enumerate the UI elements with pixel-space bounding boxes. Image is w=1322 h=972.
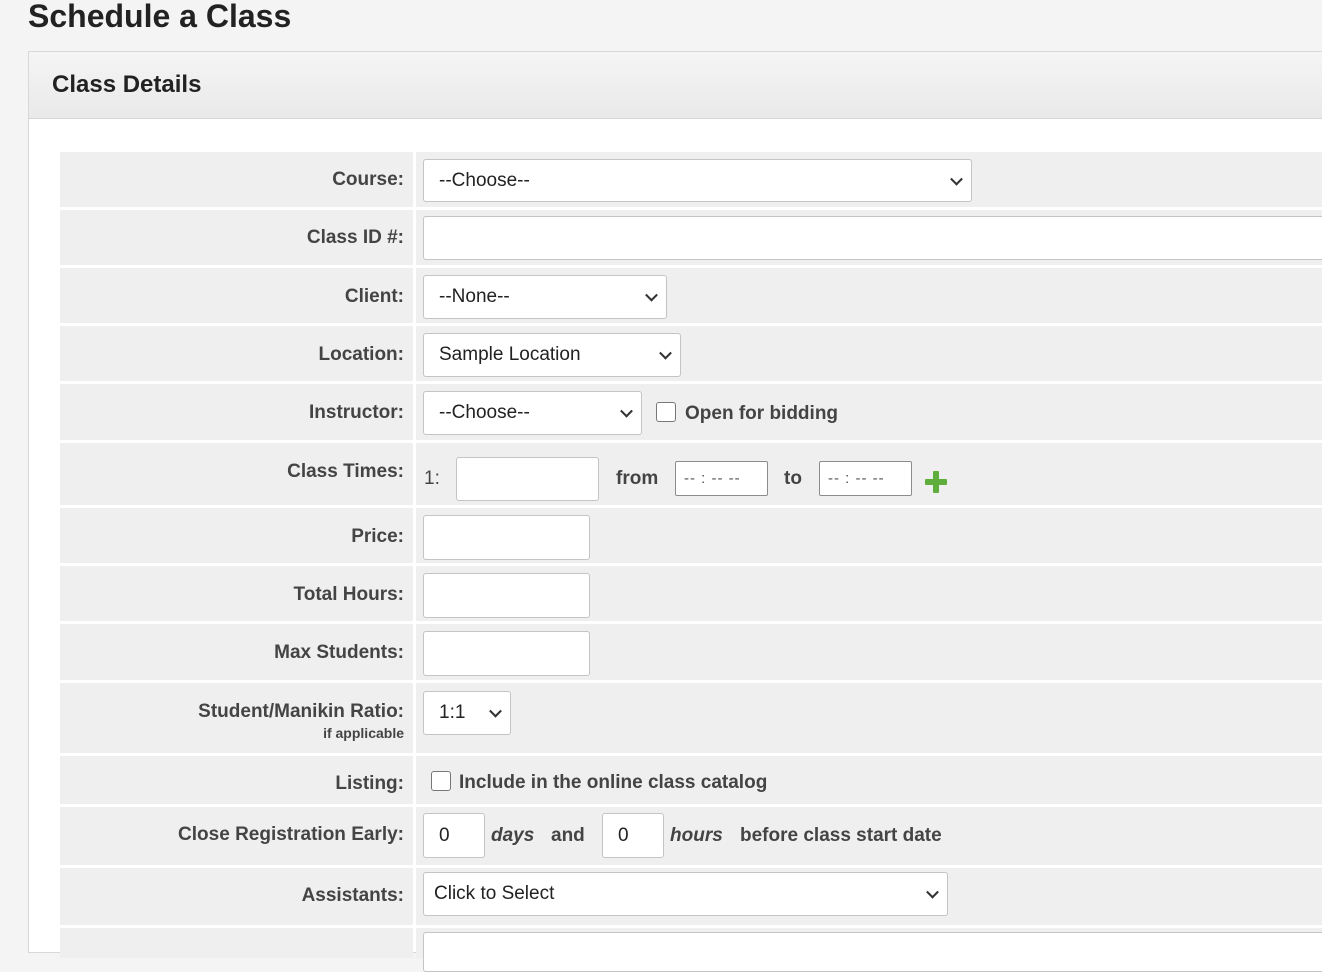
class-date-input[interactable]: [456, 457, 599, 501]
location-row: Location: Sample Location: [60, 326, 1322, 381]
location-label: Location:: [60, 326, 413, 381]
close-registration-label: Close Registration Early:: [60, 807, 413, 865]
close-hours-input[interactable]: 0: [602, 813, 664, 858]
to-label: to: [784, 468, 802, 489]
client-row: Client: --None--: [60, 268, 1322, 323]
listing-label: Listing:: [60, 756, 413, 804]
total-hours-label: Total Hours:: [60, 566, 413, 621]
ratio-row: Student/Manikin Ratio: if applicable 1:1: [60, 683, 1322, 753]
panel-title: Class Details: [29, 52, 1322, 119]
price-input[interactable]: [423, 515, 590, 560]
class-time-index: 1:: [424, 468, 440, 489]
listing-row: Listing: Include in the online class cat…: [60, 756, 1322, 804]
class-id-input[interactable]: [423, 216, 1322, 260]
class-times-row: Class Times: 1: from -- : -- -- to -- : …: [60, 443, 1322, 505]
chevron-down-icon: [645, 288, 658, 302]
ratio-select[interactable]: 1:1: [423, 691, 511, 735]
days-label: days: [491, 825, 535, 846]
course-row: Course: --Choose--: [60, 152, 1322, 207]
price-row: Price:: [60, 508, 1322, 563]
hours-label: hours: [670, 825, 723, 846]
instructor-row: Instructor: --Choose-- Open for bidding: [60, 384, 1322, 440]
client-label: Client:: [60, 268, 413, 323]
plus-icon[interactable]: [925, 471, 947, 493]
client-select[interactable]: --None--: [423, 275, 667, 319]
chevron-down-icon: [659, 346, 672, 360]
catalog-listing-label: Include in the online class catalog: [459, 772, 768, 793]
page-title: Schedule a Class: [28, 0, 292, 34]
close-registration-row: Close Registration Early: 0 days and 0 h…: [60, 807, 1322, 865]
class-id-row: Class ID #:: [60, 210, 1322, 265]
class-times-label: Class Times:: [60, 443, 413, 505]
max-students-row: Max Students:: [60, 624, 1322, 680]
from-label: from: [616, 468, 659, 489]
chevron-down-icon: [950, 172, 963, 186]
next-row: [60, 928, 1322, 972]
start-time-input[interactable]: -- : -- --: [675, 461, 768, 496]
chevron-down-icon: [926, 885, 939, 899]
course-label: Course:: [60, 152, 413, 207]
instructor-select[interactable]: --Choose--: [423, 391, 642, 435]
ratio-label: Student/Manikin Ratio:: [198, 701, 404, 722]
assistants-row: Assistants: Click to Select: [60, 868, 1322, 925]
class-id-label: Class ID #:: [60, 210, 413, 265]
next-field-input[interactable]: [423, 932, 1322, 972]
price-label: Price:: [60, 508, 413, 563]
assistants-select[interactable]: Click to Select: [423, 872, 948, 916]
close-registration-suffix: before class start date: [740, 825, 942, 846]
chevron-down-icon: [489, 704, 502, 718]
instructor-label: Instructor:: [60, 384, 413, 440]
open-for-bidding-label: Open for bidding: [685, 403, 839, 424]
ratio-sublabel: if applicable: [323, 725, 404, 741]
class-details-panel: Class Details Course: --Choose-- Class I…: [28, 51, 1322, 972]
max-students-input[interactable]: [423, 631, 590, 676]
close-days-input[interactable]: 0: [423, 813, 485, 858]
max-students-label: Max Students:: [60, 624, 413, 680]
total-hours-input[interactable]: [423, 573, 590, 618]
chevron-down-icon: [620, 404, 633, 418]
and-label: and: [551, 825, 585, 846]
catalog-listing-checkbox[interactable]: [431, 771, 451, 791]
location-select[interactable]: Sample Location: [423, 333, 681, 377]
end-time-input[interactable]: -- : -- --: [819, 461, 912, 496]
total-hours-row: Total Hours:: [60, 566, 1322, 621]
course-select[interactable]: --Choose--: [423, 159, 972, 202]
open-for-bidding-checkbox[interactable]: [656, 402, 676, 422]
assistants-label: Assistants:: [60, 868, 413, 925]
